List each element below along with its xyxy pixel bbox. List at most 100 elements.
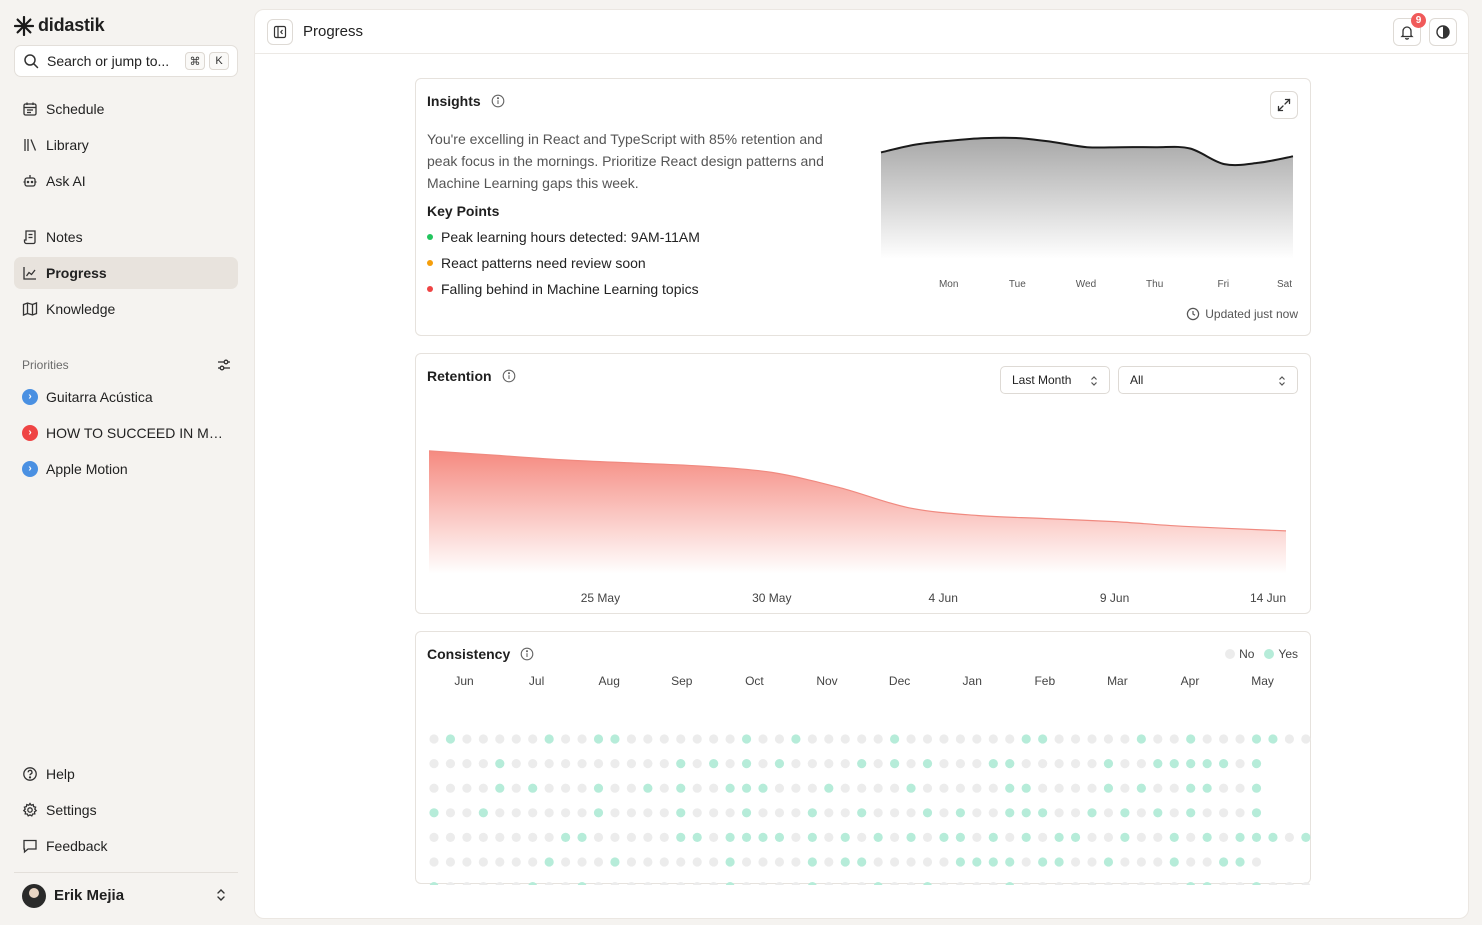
day-cell-no[interactable] [659, 832, 669, 842]
day-cell-yes[interactable] [741, 832, 752, 842]
day-cell-no[interactable] [840, 783, 850, 793]
expand-button[interactable] [1270, 91, 1298, 119]
day-cell-no[interactable] [840, 808, 850, 818]
day-cell-no[interactable] [643, 734, 653, 744]
day-cell-yes[interactable] [544, 857, 554, 867]
day-cell-yes[interactable] [1251, 832, 1262, 842]
day-cell-no[interactable] [643, 759, 653, 769]
day-cell-no[interactable] [610, 882, 620, 885]
day-cell-yes[interactable] [1202, 759, 1212, 769]
day-cell-no[interactable] [939, 783, 949, 793]
day-cell-no[interactable] [791, 808, 801, 818]
day-cell-no[interactable] [1186, 857, 1196, 867]
day-cell-yes[interactable] [610, 857, 620, 867]
day-cell-yes[interactable] [725, 832, 735, 842]
day-cell-no[interactable] [561, 734, 571, 744]
toggle-sidebar-button[interactable] [267, 19, 293, 45]
day-cell-yes[interactable] [1235, 857, 1245, 867]
day-cell-no[interactable] [626, 734, 636, 744]
day-cell-no[interactable] [988, 882, 998, 885]
day-cell-no[interactable] [544, 832, 554, 842]
day-cell-no[interactable] [593, 857, 604, 867]
day-cell-yes[interactable] [1268, 832, 1278, 842]
day-cell-yes[interactable] [692, 832, 702, 842]
day-cell-yes[interactable] [922, 759, 933, 769]
day-cell-no[interactable] [462, 808, 472, 818]
day-cell-yes[interactable] [1021, 832, 1031, 842]
day-cell-no[interactable] [791, 857, 801, 867]
day-cell-no[interactable] [610, 759, 620, 769]
day-cell-no[interactable] [1285, 882, 1294, 885]
day-cell-no[interactable] [659, 882, 669, 885]
day-cell-no[interactable] [725, 734, 735, 744]
day-cell-no[interactable] [561, 882, 570, 885]
day-cell-yes[interactable] [429, 808, 439, 818]
day-cell-no[interactable] [626, 783, 636, 793]
day-cell-no[interactable] [857, 734, 867, 744]
day-cell-no[interactable] [626, 857, 636, 867]
day-cell-no[interactable] [1153, 882, 1163, 885]
day-cell-no[interactable] [824, 734, 834, 744]
day-cell-yes[interactable] [1186, 759, 1196, 769]
period-select[interactable]: Last Month [1000, 366, 1110, 394]
day-cell-no[interactable] [1071, 882, 1080, 885]
day-cell-yes[interactable] [1301, 832, 1311, 842]
day-cell-no[interactable] [528, 832, 538, 842]
day-cell-no[interactable] [1136, 759, 1146, 769]
day-cell-no[interactable] [988, 808, 998, 818]
day-cell-yes[interactable] [478, 808, 488, 818]
day-cell-yes[interactable] [676, 832, 686, 842]
day-cell-no[interactable] [1120, 783, 1130, 793]
day-cell-no[interactable] [478, 759, 488, 769]
day-cell-no[interactable] [478, 832, 488, 842]
day-cell-no[interactable] [692, 857, 702, 867]
day-cell-no[interactable] [643, 857, 653, 867]
day-cell-yes[interactable] [1169, 857, 1179, 867]
day-cell-no[interactable] [1219, 882, 1228, 885]
day-cell-no[interactable] [1021, 882, 1031, 885]
day-cell-yes[interactable] [1038, 808, 1048, 818]
day-cell-no[interactable] [1054, 734, 1064, 744]
day-cell-no[interactable] [1219, 808, 1229, 818]
day-cell-yes[interactable] [1054, 832, 1064, 842]
day-cell-yes[interactable] [1038, 734, 1048, 744]
day-cell-yes[interactable] [1021, 783, 1031, 793]
day-cell-no[interactable] [709, 882, 718, 885]
user-menu[interactable]: Erik Mejia [14, 872, 238, 918]
day-cell-no[interactable] [922, 734, 933, 744]
day-cell-no[interactable] [972, 882, 982, 885]
day-cell-no[interactable] [692, 783, 702, 793]
day-cell-no[interactable] [1120, 882, 1130, 885]
day-cell-yes[interactable] [774, 832, 785, 842]
nav-notes[interactable]: Notes [14, 221, 238, 253]
day-cell-no[interactable] [478, 783, 488, 793]
day-cell-no[interactable] [1087, 759, 1097, 769]
day-cell-no[interactable] [1070, 759, 1081, 769]
day-cell-no[interactable] [1005, 832, 1015, 842]
day-cell-no[interactable] [577, 857, 587, 867]
info-icon[interactable] [502, 369, 516, 383]
day-cell-no[interactable] [462, 734, 472, 744]
day-cell-yes[interactable] [774, 759, 785, 769]
day-cell-yes[interactable] [610, 734, 620, 744]
day-cell-no[interactable] [528, 759, 538, 769]
day-cell-yes[interactable] [725, 882, 735, 885]
priority-item-mrbeast[interactable]: › HOW TO SUCCEED IN MRBEAST PRODUCTION [14, 417, 238, 449]
day-cell-no[interactable] [610, 832, 620, 842]
day-cell-no[interactable] [709, 832, 719, 842]
day-cell-no[interactable] [577, 759, 587, 769]
day-cell-no[interactable] [972, 734, 982, 744]
day-cell-no[interactable] [758, 759, 768, 769]
day-cell-no[interactable] [774, 783, 785, 793]
day-cell-yes[interactable] [988, 832, 998, 842]
day-cell-no[interactable] [741, 857, 752, 867]
day-cell-no[interactable] [528, 734, 538, 744]
day-cell-no[interactable] [610, 808, 620, 818]
day-cell-no[interactable] [511, 734, 521, 744]
day-cell-no[interactable] [1054, 759, 1064, 769]
day-cell-yes[interactable] [824, 783, 834, 793]
day-cell-no[interactable] [643, 808, 653, 818]
day-cell-no[interactable] [1120, 759, 1130, 769]
day-cell-yes[interactable] [1186, 808, 1196, 818]
day-cell-yes[interactable] [1136, 783, 1146, 793]
